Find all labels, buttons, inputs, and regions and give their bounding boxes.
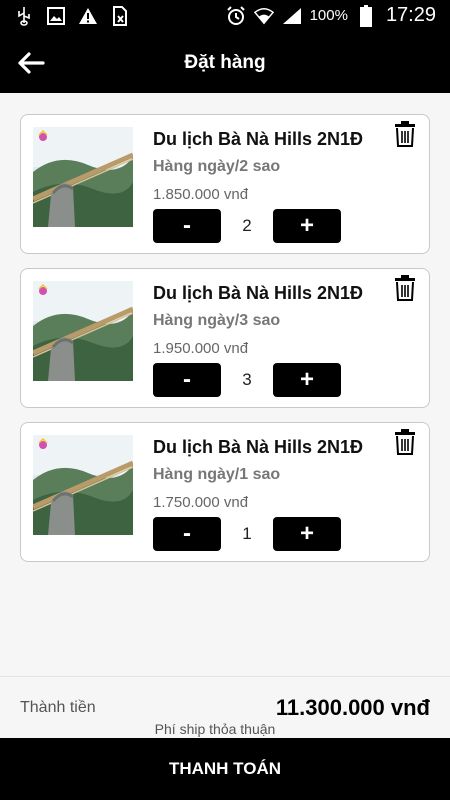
clock: 17:29 xyxy=(385,4,436,26)
trash-icon[interactable] xyxy=(393,121,417,147)
increase-button[interactable]: + xyxy=(273,517,341,551)
alarm-icon xyxy=(226,5,246,26)
item-variant: Hàng ngày/3 sao xyxy=(153,312,281,329)
cart-item: Du lịch Bà Nà Hills 2N1Đ Hàng ngày/3 sao… xyxy=(20,268,430,408)
item-price: 1.750.000 vnđ xyxy=(153,494,249,511)
increase-button[interactable]: + xyxy=(273,363,341,397)
order-summary: Thành tiền 11.300.000 vnđ Phí ship thỏa … xyxy=(0,676,450,738)
item-title: Du lịch Bà Nà Hills 2N1Đ xyxy=(153,283,364,303)
trash-icon[interactable] xyxy=(393,275,417,301)
item-title: Du lịch Bà Nà Hills 2N1Đ xyxy=(153,129,364,149)
battery-icon xyxy=(356,4,376,27)
item-variant: Hàng ngày/2 sao xyxy=(153,158,281,175)
app-bar: Đặt hàng xyxy=(0,33,450,93)
quantity-value: 2 xyxy=(242,216,252,235)
tour-thumbnail xyxy=(33,435,133,535)
tour-thumbnail xyxy=(33,127,133,227)
decrease-button[interactable]: - xyxy=(153,363,221,397)
trash-icon[interactable] xyxy=(393,429,417,455)
cart-list: Du lịch Bà Nà Hills 2N1Đ Hàng ngày/2 sao… xyxy=(20,114,430,576)
usb-icon xyxy=(14,6,34,26)
warning-icon xyxy=(78,6,98,26)
quantity-value: 1 xyxy=(242,524,252,543)
battery-percent: 100% xyxy=(309,7,348,24)
sim-off-icon xyxy=(110,6,130,26)
quantity-stepper: - 2 + xyxy=(153,209,341,243)
cart-item: Du lịch Bà Nà Hills 2N1Đ Hàng ngày/2 sao… xyxy=(20,114,430,254)
signal-icon xyxy=(282,6,302,26)
item-price: 1.850.000 vnđ xyxy=(153,186,249,203)
quantity-value: 3 xyxy=(242,370,252,389)
quantity-stepper: - 3 + xyxy=(153,363,341,397)
total-value: 11.300.000 vnđ xyxy=(275,695,430,720)
item-price: 1.950.000 vnđ xyxy=(153,340,249,357)
increase-button[interactable]: + xyxy=(273,209,341,243)
decrease-button[interactable]: - xyxy=(153,209,221,243)
item-variant: Hàng ngày/1 sao xyxy=(153,466,281,483)
item-title: Du lịch Bà Nà Hills 2N1Đ xyxy=(153,437,364,457)
total-label: Thành tiền xyxy=(20,699,96,716)
image-icon xyxy=(46,6,66,26)
quantity-stepper: - 1 + xyxy=(153,517,341,551)
status-bar: 100% 17:29 xyxy=(0,0,450,33)
cart-item: Du lịch Bà Nà Hills 2N1Đ Hàng ngày/1 sao… xyxy=(20,422,430,562)
decrease-button[interactable]: - xyxy=(153,517,221,551)
checkout-button[interactable]: THANH TOÁN xyxy=(0,738,450,800)
tour-thumbnail xyxy=(33,281,133,381)
wifi-icon xyxy=(253,6,274,26)
shipping-note: Phí ship thỏa thuận xyxy=(154,721,276,737)
page-title: Đặt hàng xyxy=(184,52,266,73)
